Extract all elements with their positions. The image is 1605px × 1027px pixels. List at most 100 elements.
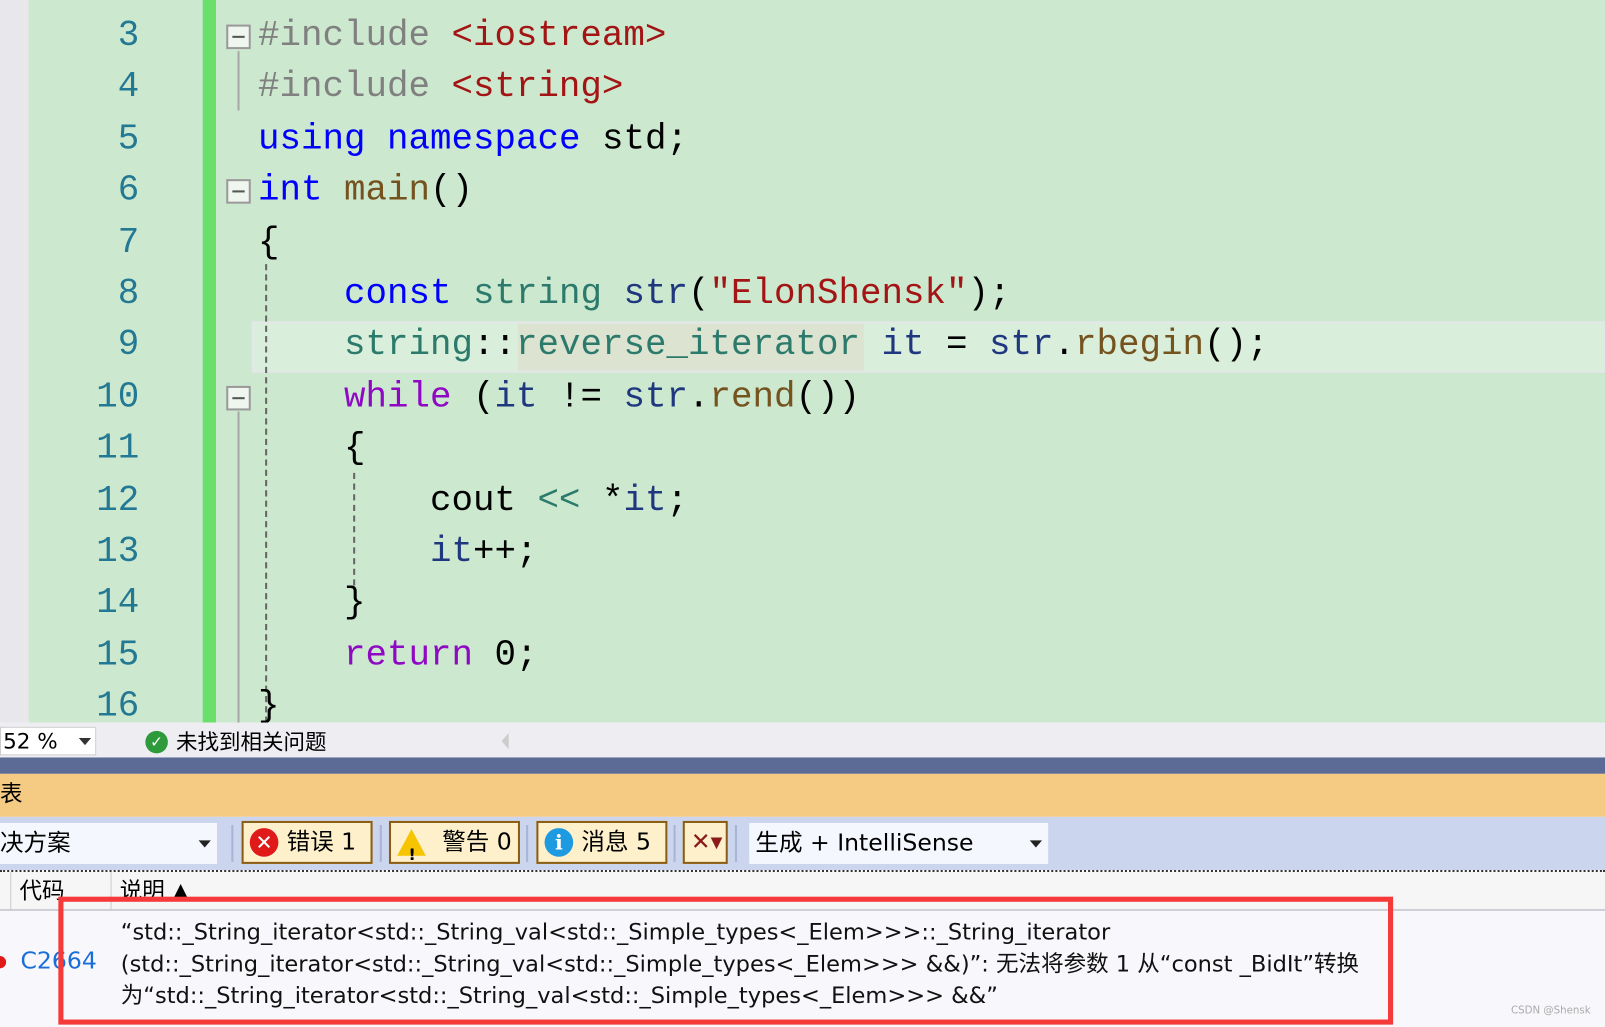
code-token-plain: ( bbox=[451, 376, 495, 418]
build-source-value: 生成 + IntelliSense bbox=[755, 830, 974, 857]
code-token-kw: int bbox=[257, 170, 323, 212]
line-number: 6 bbox=[117, 170, 140, 212]
code-line[interactable]: const string str("ElonShensk"); bbox=[258, 268, 1011, 319]
fold-line bbox=[237, 411, 240, 723]
scope-dropdown[interactable]: 决方案 bbox=[0, 822, 218, 864]
code-line[interactable]: } bbox=[258, 681, 280, 723]
code-token-plain: 0; bbox=[472, 634, 538, 676]
code-token-plain: ; bbox=[666, 479, 688, 521]
code-token-fn: main bbox=[343, 170, 430, 212]
code-token-fn: rend bbox=[709, 376, 796, 418]
code-token-plain: } bbox=[257, 582, 366, 624]
scroll-left-arrow-icon[interactable] bbox=[501, 732, 509, 750]
code-token-plain: . bbox=[687, 376, 710, 418]
scope-value: 决方案 bbox=[0, 830, 71, 857]
line-number: 10 bbox=[96, 376, 140, 418]
chevron-down-icon bbox=[198, 840, 211, 853]
code-token-pp: #include bbox=[257, 66, 452, 108]
code-token-str: <iostream> bbox=[451, 15, 667, 57]
code-line[interactable]: int main() bbox=[258, 165, 473, 216]
messages-filter-button[interactable]: i 消息 5 bbox=[536, 820, 668, 864]
code-token-plain: ()) bbox=[795, 376, 860, 418]
code-line[interactable]: { bbox=[258, 423, 366, 474]
code-token-plain: * bbox=[601, 479, 624, 521]
chevron-down-icon bbox=[1029, 840, 1043, 853]
fold-toggle-icon[interactable] bbox=[226, 179, 251, 204]
code-token-ty: reverse_iterator bbox=[515, 324, 860, 366]
info-icon: i bbox=[544, 828, 574, 857]
code-token-fn: rbegin bbox=[1074, 324, 1204, 366]
code-line[interactable]: while (it != str.rend()) bbox=[258, 371, 860, 422]
zoom-level-dropdown[interactable]: 52 % bbox=[0, 726, 97, 756]
code-token-var: it bbox=[881, 324, 925, 366]
code-token-plain: ( bbox=[687, 273, 710, 315]
line-number: 13 bbox=[96, 531, 140, 573]
fold-toggle-icon[interactable] bbox=[226, 385, 251, 411]
code-token-pp: #include bbox=[257, 15, 452, 57]
build-source-dropdown[interactable]: 生成 + IntelliSense bbox=[749, 822, 1049, 864]
code-line[interactable]: { bbox=[258, 217, 280, 268]
chevron-down-icon bbox=[78, 738, 92, 751]
code-line[interactable]: it++; bbox=[258, 526, 538, 577]
toolbar-separator bbox=[379, 825, 382, 862]
line-number: 4 bbox=[117, 66, 140, 108]
warning-icon: ! bbox=[397, 829, 426, 864]
code-line[interactable]: string::reverse_iterator it = str.rbegin… bbox=[258, 320, 1269, 371]
clear-filter-button[interactable]: ✕▾ bbox=[682, 820, 728, 864]
code-token-plain: ); bbox=[967, 273, 1011, 315]
errors-filter-button[interactable]: ✕ 错误 1 bbox=[241, 820, 373, 864]
code-token-plain: ++; bbox=[472, 531, 538, 573]
code-token-kw: namespace bbox=[386, 118, 581, 160]
toolbar-separator bbox=[673, 825, 676, 862]
splitter[interactable] bbox=[0, 757, 1605, 774]
code-token-var: it bbox=[494, 376, 538, 418]
code-line[interactable]: cout << *it; bbox=[258, 475, 688, 526]
editor-left-margin bbox=[0, 0, 29, 723]
fold-toggle-icon[interactable] bbox=[226, 24, 251, 50]
code-line[interactable]: using namespace std; bbox=[258, 113, 688, 164]
line-number: 5 bbox=[117, 118, 140, 160]
clear-filter-icon: ✕▾ bbox=[690, 829, 723, 856]
code-editor[interactable]: 3 #include <iostream> 4 #include <string> 5 u… bbox=[0, 0, 1605, 723]
code-token-ty: string bbox=[472, 273, 602, 315]
code-token-plain: } bbox=[257, 686, 280, 723]
code-token-kw: using bbox=[257, 118, 366, 160]
fold-line bbox=[237, 51, 240, 111]
line-number: 11 bbox=[96, 428, 140, 470]
warnings-filter-button[interactable]: ! 警告 0 bbox=[388, 820, 520, 864]
line-number: 7 bbox=[117, 221, 140, 263]
code-token-plain: :: bbox=[472, 324, 516, 366]
code-token-var: it bbox=[623, 479, 667, 521]
code-token-plain: . bbox=[1053, 324, 1075, 366]
code-token-str: "ElonShensk" bbox=[709, 273, 968, 315]
code-token-var: it bbox=[429, 531, 473, 573]
line-number: 14 bbox=[96, 582, 140, 624]
line-number: 9 bbox=[117, 324, 140, 366]
code-token-ctl: return bbox=[343, 634, 473, 676]
zoom-value: 52 % bbox=[3, 728, 58, 754]
code-line[interactable]: return 0; bbox=[258, 629, 538, 680]
code-token-ty: string bbox=[343, 324, 473, 366]
code-line[interactable]: #include <iostream> bbox=[258, 10, 666, 61]
issues-indicator[interactable]: ✓ 未找到相关问题 bbox=[145, 729, 327, 756]
code-token-plain: std; bbox=[580, 118, 688, 160]
code-token-str: <string> bbox=[451, 66, 624, 108]
code-line[interactable]: } bbox=[258, 578, 366, 629]
code-token-plain: cout bbox=[257, 479, 538, 521]
code-token-plain: = bbox=[924, 324, 989, 366]
annotation-highlight-box bbox=[58, 896, 1394, 1025]
code-line[interactable]: #include <string> bbox=[258, 62, 623, 113]
code-token-plain: { bbox=[257, 221, 280, 263]
code-token-var: str bbox=[623, 273, 688, 315]
line-number: 16 bbox=[96, 686, 140, 723]
check-circle-icon: ✓ bbox=[145, 730, 168, 754]
messages-label: 消息 5 bbox=[581, 829, 651, 856]
error-icon: ✕ bbox=[249, 828, 279, 857]
